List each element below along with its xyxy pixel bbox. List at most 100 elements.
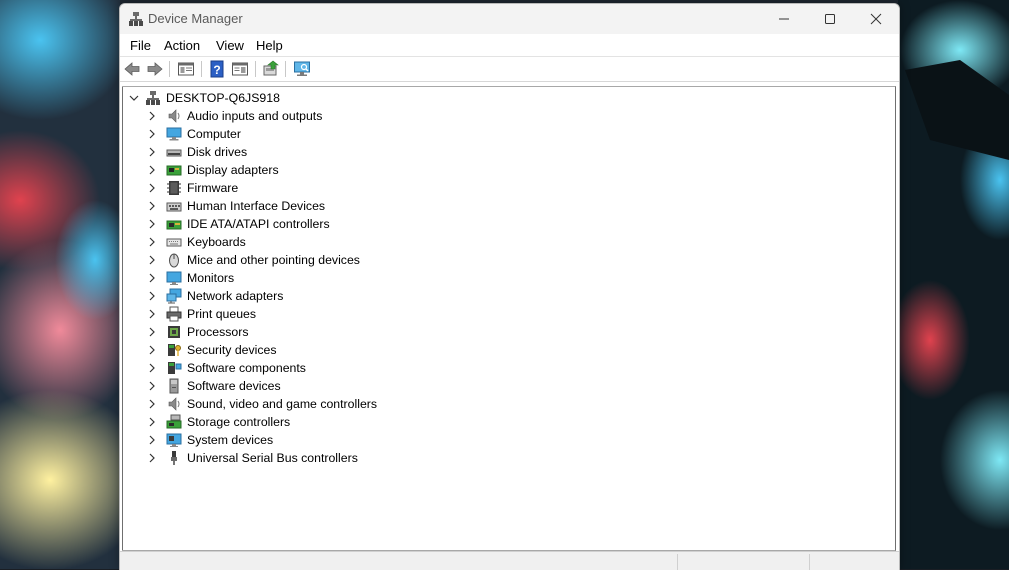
firmware-icon xyxy=(166,180,182,196)
expand-button[interactable] xyxy=(146,200,158,212)
tree-item-label: Software devices xyxy=(187,379,281,393)
expand-button[interactable] xyxy=(146,146,158,158)
tree-root-label: DESKTOP-Q6JS918 xyxy=(166,91,280,105)
update-driver-button[interactable] xyxy=(261,60,281,78)
tree-item-label: Storage controllers xyxy=(187,415,291,429)
status-pane-divider xyxy=(809,554,810,570)
toolbar-separator xyxy=(285,61,286,77)
expand-button[interactable] xyxy=(146,344,158,356)
tree-item-label: Display adapters xyxy=(187,163,279,177)
tree-item[interactable]: Computer xyxy=(146,125,241,143)
tree-item[interactable]: Keyboards xyxy=(146,233,246,251)
expand-button[interactable] xyxy=(146,398,158,410)
collapse-root-button[interactable] xyxy=(128,92,140,104)
scan-hardware-icon xyxy=(294,61,310,76)
expand-button[interactable] xyxy=(146,236,158,248)
svg-text:?: ? xyxy=(213,63,220,77)
expand-button[interactable] xyxy=(146,326,158,338)
help-button[interactable]: ? xyxy=(207,60,227,78)
close-button[interactable] xyxy=(853,4,899,34)
chevron-right-icon xyxy=(149,327,155,337)
tree-item[interactable]: Sound, video and game controllers xyxy=(146,395,377,413)
tree-item-label: Sound, video and game controllers xyxy=(187,397,378,411)
mouse-icon xyxy=(166,252,182,268)
storage-controller-icon xyxy=(166,414,182,430)
speaker-icon xyxy=(166,108,182,124)
chevron-down-icon xyxy=(129,95,139,101)
tree-root[interactable]: DESKTOP-Q6JS918 xyxy=(128,89,280,107)
software-device-icon xyxy=(166,378,182,394)
expand-button[interactable] xyxy=(146,182,158,194)
chevron-right-icon xyxy=(149,345,155,355)
show-hidden-icon xyxy=(232,62,248,76)
expand-button[interactable] xyxy=(146,290,158,302)
menu-action[interactable]: Action xyxy=(164,38,200,53)
expand-button[interactable] xyxy=(146,110,158,122)
tree-item[interactable]: Software devices xyxy=(146,377,281,395)
chevron-right-icon xyxy=(149,183,155,193)
properties-view-button[interactable] xyxy=(176,60,196,78)
tree-item-label: Print queues xyxy=(187,307,257,321)
tree-item[interactable]: Universal Serial Bus controllers xyxy=(146,449,358,467)
keyboard-icon xyxy=(166,234,182,250)
chevron-right-icon xyxy=(149,435,155,445)
tree-item[interactable]: Human Interface Devices xyxy=(146,197,325,215)
tree-item[interactable]: Monitors xyxy=(146,269,234,287)
chevron-right-icon xyxy=(149,273,155,283)
usb-icon xyxy=(166,450,182,466)
maximize-icon xyxy=(825,14,835,24)
expand-button[interactable] xyxy=(146,362,158,374)
maximize-button[interactable] xyxy=(807,4,853,34)
chevron-right-icon xyxy=(149,219,155,229)
minimize-button[interactable] xyxy=(761,4,807,34)
tree-item[interactable]: Security devices xyxy=(146,341,277,359)
tree-item[interactable]: System devices xyxy=(146,431,273,449)
tree-item[interactable]: Software components xyxy=(146,359,306,377)
tree-item-label: IDE ATA/ATAPI controllers xyxy=(187,217,330,231)
forward-button[interactable] xyxy=(145,60,165,78)
tree-item-label: Universal Serial Bus controllers xyxy=(187,451,358,465)
tree-item[interactable]: Firmware xyxy=(146,179,238,197)
chevron-right-icon xyxy=(149,111,155,121)
tree-item[interactable]: Print queues xyxy=(146,305,256,323)
expand-button[interactable] xyxy=(146,380,158,392)
tree-item[interactable]: Processors xyxy=(146,323,249,341)
expand-button[interactable] xyxy=(146,452,158,464)
chevron-right-icon xyxy=(149,363,155,373)
tree-item[interactable]: Mice and other pointing devices xyxy=(146,251,360,269)
tree-item[interactable]: Display adapters xyxy=(146,161,279,179)
tree-item-label: Network adapters xyxy=(187,289,284,303)
expand-button[interactable] xyxy=(146,434,158,446)
menu-view[interactable]: View xyxy=(216,38,244,53)
tree-item[interactable]: Audio inputs and outputs xyxy=(146,107,322,125)
expand-button[interactable] xyxy=(146,254,158,266)
title-bar[interactable]: Device Manager xyxy=(120,4,899,34)
chevron-right-icon xyxy=(149,165,155,175)
menu-help[interactable]: Help xyxy=(256,38,283,53)
chevron-right-icon xyxy=(149,453,155,463)
menu-file[interactable]: File xyxy=(130,38,151,53)
back-button[interactable] xyxy=(122,60,142,78)
show-hidden-button[interactable] xyxy=(230,60,250,78)
tree-item[interactable]: Disk drives xyxy=(146,143,247,161)
tree-item[interactable]: Storage controllers xyxy=(146,413,290,431)
expand-button[interactable] xyxy=(146,308,158,320)
sound-controller-icon xyxy=(166,396,182,412)
back-icon xyxy=(124,62,140,76)
expand-button[interactable] xyxy=(146,218,158,230)
tree-item-label: System devices xyxy=(187,433,274,447)
chevron-right-icon xyxy=(149,417,155,427)
tree-item[interactable]: Network adapters xyxy=(146,287,283,305)
expand-button[interactable] xyxy=(146,416,158,428)
chevron-right-icon xyxy=(149,309,155,319)
expand-button[interactable] xyxy=(146,164,158,176)
device-tree[interactable]: DESKTOP-Q6JS918 Audio inputs and outputs… xyxy=(122,86,896,551)
status-pane-divider xyxy=(677,554,678,570)
tree-item[interactable]: IDE ATA/ATAPI controllers xyxy=(146,215,330,233)
printer-icon xyxy=(166,306,182,322)
toolbar: ? xyxy=(120,57,899,82)
tree-item-label: Security devices xyxy=(187,343,277,357)
scan-hardware-button[interactable] xyxy=(292,60,312,78)
expand-button[interactable] xyxy=(146,128,158,140)
expand-button[interactable] xyxy=(146,272,158,284)
